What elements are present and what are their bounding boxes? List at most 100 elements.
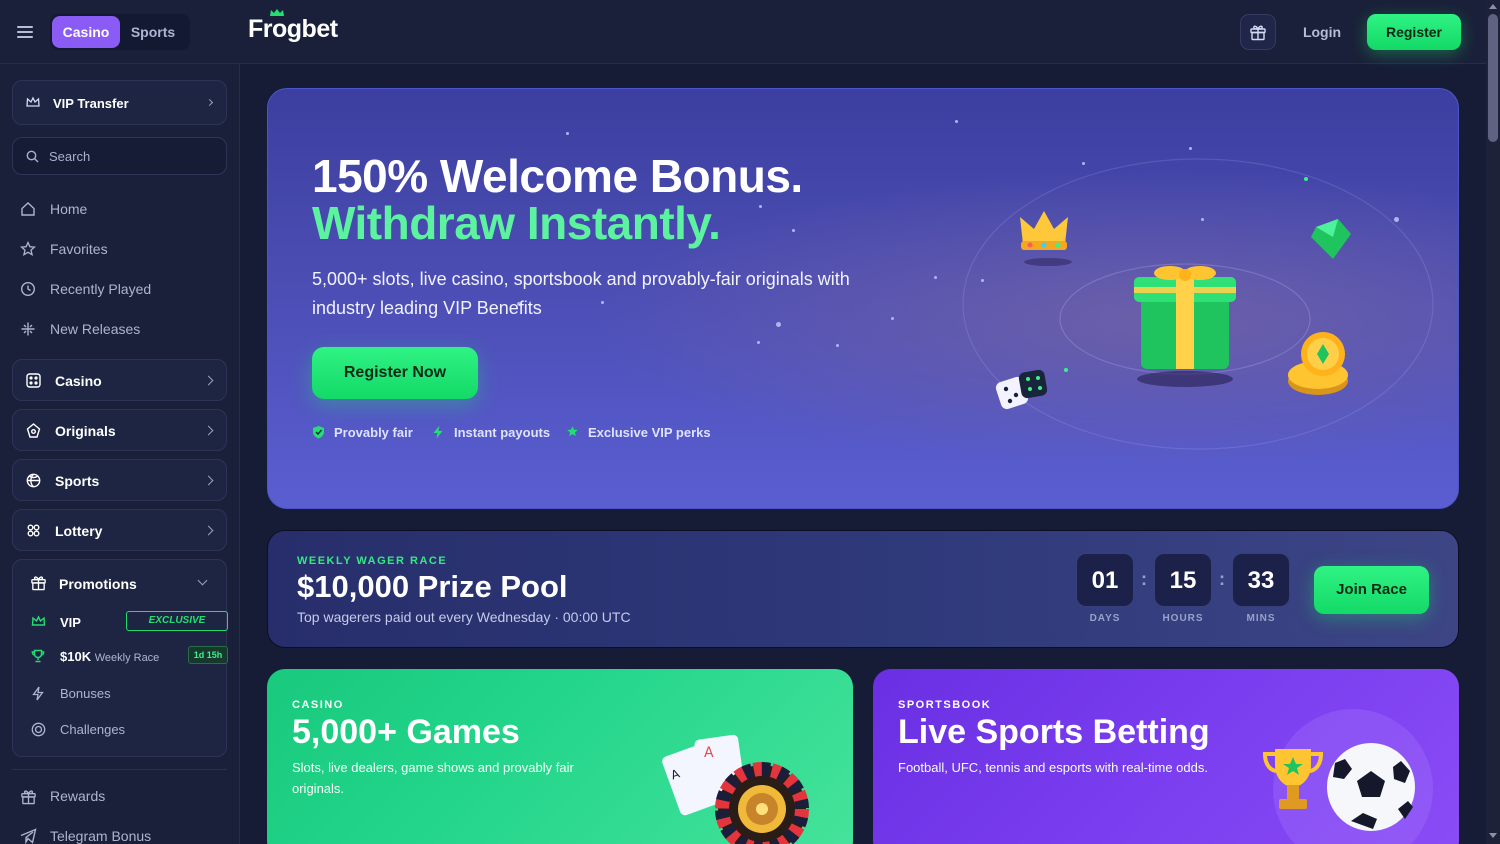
search-icon bbox=[26, 150, 39, 163]
sportsbook-card-title: Live Sports Betting bbox=[898, 713, 1210, 751]
race-label: Weekly Race bbox=[94, 652, 160, 664]
originals-icon bbox=[26, 423, 41, 438]
promotions-toggle[interactable]: Promotions bbox=[59, 576, 137, 592]
race-kicker: WEEKLY WAGER RACE bbox=[297, 555, 448, 567]
feature-provably-fair: Provably fair bbox=[312, 425, 413, 442]
lightning-icon bbox=[32, 686, 44, 701]
sidebar-item-sports[interactable]: Sports bbox=[12, 459, 227, 501]
login-button[interactable]: Login bbox=[1290, 14, 1354, 50]
casino-card-subtitle: Slots, live dealers, game shows and prov… bbox=[292, 760, 574, 796]
logo[interactable]: Frogbet bbox=[248, 9, 338, 44]
clock-icon bbox=[20, 281, 36, 297]
casino-card-kicker: CASINO bbox=[292, 699, 344, 711]
tab-casino[interactable]: Casino bbox=[52, 16, 120, 48]
logo-text: Frogbet bbox=[248, 15, 338, 43]
sportsbook-card-subtitle: Football, UFC, tennis and esports with r… bbox=[898, 760, 1208, 775]
chevron-right-icon bbox=[203, 525, 214, 536]
countdown-separator: : bbox=[1219, 569, 1225, 589]
casino-icon bbox=[26, 373, 41, 388]
trophy-icon bbox=[31, 649, 45, 663]
basketball-icon bbox=[26, 473, 41, 488]
feature-vip-perks: Exclusive VIP perks bbox=[566, 425, 711, 441]
search-input[interactable]: Search bbox=[12, 137, 227, 175]
casino-card[interactable]: CASINO 5,000+ Games Slots, live dealers,… bbox=[267, 669, 853, 844]
register-button[interactable]: Register bbox=[1367, 14, 1461, 50]
sportsbook-card-kicker: SPORTSBOOK bbox=[898, 699, 992, 711]
trophy-ball-illustration bbox=[1262, 709, 1433, 844]
promotions-section: Promotions VIP EXCLUSIVE $10K Weekly Rac… bbox=[12, 559, 228, 757]
sidebar-divider bbox=[12, 769, 227, 770]
sidebar-item-favorites[interactable]: Favorites bbox=[19, 240, 108, 260]
sidebar-item-telegram-bonus[interactable]: Telegram Bonus bbox=[20, 828, 151, 844]
countdown-hours: 15 bbox=[1154, 553, 1212, 607]
scroll-down-icon[interactable] bbox=[1489, 833, 1497, 838]
scroll-up-icon[interactable] bbox=[1489, 4, 1497, 9]
svg-text:A: A bbox=[704, 745, 714, 761]
countdown-days-label: DAYS bbox=[1089, 613, 1121, 624]
mode-switch: Casino Sports bbox=[50, 14, 190, 50]
sidebar: VIP Transfer Search Home Favorites Recen… bbox=[0, 64, 240, 844]
wager-race-banner: WEEKLY WAGER RACE $10,000 Prize Pool Top… bbox=[267, 530, 1459, 648]
casino-card-title: 5,000+ Games bbox=[292, 713, 520, 751]
chevron-right-icon bbox=[203, 425, 214, 436]
sidebar-item-bonuses[interactable]: Bonuses bbox=[31, 686, 111, 704]
sidebar-item-recently-played[interactable]: Recently Played bbox=[20, 281, 151, 300]
lottery-icon bbox=[27, 524, 40, 537]
sportsbook-card[interactable]: SPORTSBOOK Live Sports Betting Football,… bbox=[873, 669, 1459, 844]
sidebar-item-new-releases[interactable]: New Releases bbox=[20, 321, 140, 340]
hero-title-accent: Withdraw Instantly. bbox=[312, 197, 721, 249]
sidebar-item-vip[interactable]: VIP EXCLUSIVE bbox=[31, 611, 228, 631]
search-placeholder: Search bbox=[49, 149, 91, 164]
chevron-right-icon bbox=[205, 98, 214, 107]
gift-button[interactable] bbox=[1240, 14, 1276, 50]
countdown-mins: 33 bbox=[1232, 553, 1290, 607]
countdown-mins-label: MINS bbox=[1246, 613, 1276, 624]
register-now-button[interactable]: Register Now bbox=[312, 347, 478, 399]
shield-check-icon bbox=[313, 426, 324, 439]
hero-title: 150% Welcome Bonus. bbox=[312, 150, 803, 202]
tab-sports[interactable]: Sports bbox=[120, 16, 186, 48]
race-amount: $10K bbox=[60, 649, 92, 664]
star-icon bbox=[567, 426, 578, 437]
page-scrollbar[interactable] bbox=[1486, 0, 1500, 844]
roulette-cards-illustration: A A bbox=[662, 734, 809, 844]
sidebar-item-weekly-race[interactable]: $10K Weekly Race 1d 15h bbox=[31, 646, 228, 666]
hero-subtitle: 5,000+ slots, live casino, sportsbook an… bbox=[312, 269, 850, 318]
feature-instant-payouts: Instant payouts bbox=[432, 425, 550, 442]
chevron-right-icon bbox=[203, 375, 214, 386]
countdown-separator: : bbox=[1141, 569, 1147, 589]
logo-crown-icon bbox=[270, 9, 284, 16]
star-icon bbox=[19, 240, 37, 257]
sidebar-item-rewards[interactable]: Rewards bbox=[20, 788, 105, 808]
exclusive-badge: EXCLUSIVE bbox=[126, 611, 228, 631]
chevron-right-icon bbox=[203, 475, 214, 486]
hero-banner: 150% Welcome Bonus. Withdraw Instantly. … bbox=[267, 88, 1459, 509]
countdown-hours-label: HOURS bbox=[1162, 613, 1204, 624]
gift-icon bbox=[31, 576, 46, 591]
countdown-days: 01 bbox=[1076, 553, 1134, 607]
telegram-icon bbox=[20, 828, 37, 844]
home-icon bbox=[21, 202, 35, 216]
crown-icon bbox=[31, 615, 46, 626]
sparkle-icon bbox=[21, 322, 35, 336]
sidebar-item-challenges[interactable]: Challenges bbox=[31, 722, 125, 740]
sidebar-item-originals[interactable]: Originals bbox=[12, 409, 227, 451]
join-race-button[interactable]: Join Race bbox=[1314, 566, 1429, 614]
vip-transfer-button[interactable]: VIP Transfer bbox=[12, 80, 227, 125]
target-icon bbox=[31, 722, 46, 737]
race-subtitle: Top wagerers paid out every Wednesday · … bbox=[297, 609, 631, 625]
lightning-icon bbox=[433, 425, 443, 439]
scroll-thumb[interactable] bbox=[1488, 14, 1498, 142]
vip-transfer-label: VIP Transfer bbox=[53, 96, 129, 111]
menu-icon[interactable] bbox=[17, 24, 35, 40]
top-bar: Casino Sports Frogbet Login Register bbox=[0, 0, 1500, 64]
sidebar-item-home[interactable]: Home bbox=[20, 201, 87, 220]
sidebar-item-casino[interactable]: Casino bbox=[12, 359, 227, 401]
crown-icon bbox=[26, 96, 40, 107]
race-title: $10,000 Prize Pool bbox=[297, 569, 568, 604]
sidebar-item-lottery[interactable]: Lottery bbox=[12, 509, 227, 551]
hero-illustration bbox=[962, 158, 1434, 450]
race-time-badge: 1d 15h bbox=[188, 646, 228, 664]
chevron-down-icon[interactable] bbox=[197, 575, 208, 586]
gift-icon bbox=[1250, 25, 1266, 41]
